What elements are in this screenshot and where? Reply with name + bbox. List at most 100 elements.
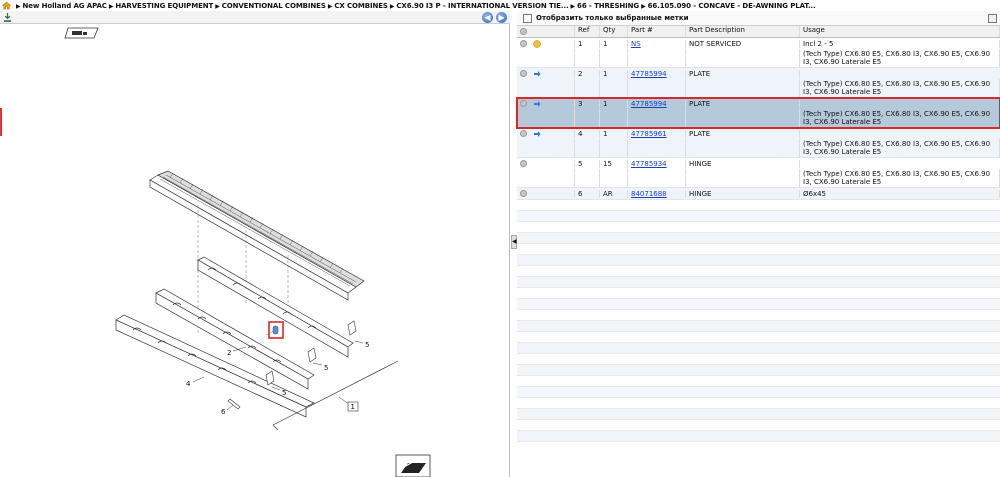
row-icons	[517, 160, 575, 167]
parts-table-body: 1 1 NS NOT SERVICED Incl 2 - 5 (Tech Type) CX…	[516, 38, 1000, 442]
breadcrumb-separator: ▶	[570, 2, 576, 10]
cell-usage: Incl 2 - 5	[800, 39, 1000, 48]
breadcrumb-separator: ▶	[327, 2, 333, 10]
callout-6[interactable]: 6	[221, 408, 226, 416]
row-icons	[517, 39, 575, 48]
cell-ref: 4	[575, 129, 600, 138]
empty-row	[517, 409, 1000, 420]
row-select-icon[interactable]	[520, 40, 527, 47]
part-number-link[interactable]: 84071688	[631, 190, 667, 198]
select-all-icon[interactable]	[520, 28, 527, 35]
breadcrumb-item[interactable]: ▶ New Holland AG APAC	[14, 2, 107, 10]
cell-description: PLATE	[686, 99, 800, 108]
table-header: Ref Qty Part # Part Description Usage	[517, 26, 1000, 38]
empty-row	[517, 398, 1000, 409]
diagram-pane: ◀ ▶ 2 4 5 5 5 6 1	[0, 11, 510, 477]
callout-5b[interactable]: 5	[324, 364, 328, 372]
part-number-link[interactable]: 47785994	[631, 100, 667, 108]
filter-bar: Отобразить только выбранные метки	[517, 11, 1000, 26]
empty-row	[517, 431, 1000, 442]
cart-arrow-icon[interactable]	[533, 70, 541, 78]
cell-usage-detail: (Tech Type) CX6.80 E5, CX6.80 I3, CX6.90…	[800, 169, 1000, 187]
empty-row	[517, 211, 1000, 222]
row-select-icon[interactable]	[520, 130, 527, 137]
cell-part-number[interactable]: 47785994	[628, 99, 686, 108]
row-select-icon[interactable]	[520, 100, 527, 107]
breadcrumb-item[interactable]: ▶ 66.105.090 - CONCAVE - DE-AWNING PLAT..…	[639, 2, 816, 10]
header-qty[interactable]: Qty	[600, 26, 628, 37]
header-usage[interactable]: Usage	[800, 26, 1000, 37]
empty-row	[517, 310, 1000, 321]
left-edge-marker	[0, 108, 2, 136]
row-icons	[517, 99, 575, 108]
table-row[interactable]: 5 15 47785934 HINGE (Tech Type) CX6.80 E5, C…	[517, 158, 1000, 188]
cell-description: HINGE	[686, 189, 800, 198]
table-row[interactable]: 2 1 47785994 PLATE (Tech Type) CX6.80 E5, CX…	[517, 68, 1000, 98]
row-select-icon[interactable]	[520, 190, 527, 197]
cart-arrow-icon[interactable]	[533, 100, 541, 108]
callout-5c[interactable]: 5	[282, 389, 286, 397]
empty-row	[517, 288, 1000, 299]
header-icons-cell	[517, 26, 575, 37]
part-number-link[interactable]: 47785934	[631, 160, 667, 168]
table-row[interactable]: 6 AR 84071688 HINGE Ø6x45	[517, 188, 1000, 200]
cell-part-number[interactable]: 47785961	[628, 129, 686, 138]
header-part[interactable]: Part #	[628, 26, 686, 37]
concave-grate	[149, 170, 365, 301]
breadcrumb-separator: ▶	[16, 2, 21, 10]
cell-ref: 2	[575, 69, 600, 78]
cell-part-number[interactable]: 84071688	[628, 189, 686, 198]
empty-row	[517, 343, 1000, 354]
cell-qty: 1	[600, 39, 628, 48]
cell-ref: 6	[575, 189, 600, 198]
breadcrumb-item[interactable]: ▶ CX COMBINES	[326, 2, 388, 10]
breadcrumb-item[interactable]: ▶ 66 - THRESHING	[569, 2, 640, 10]
assembly-view-icon[interactable]	[395, 454, 431, 477]
empty-row	[517, 277, 1000, 288]
cell-usage-detail: (Tech Type) CX6.80 E5, CX6.80 I3, CX6.90…	[800, 79, 1000, 97]
empty-row	[517, 222, 1000, 233]
cell-part-number[interactable]: 47785994	[628, 69, 686, 78]
table-row[interactable]: 4 1 47785961 PLATE (Tech Type) CX6.80 E5, CX…	[517, 128, 1000, 158]
part-number-link[interactable]: 47785994	[631, 70, 667, 78]
diagram-view-icon[interactable]	[64, 27, 99, 39]
header-desc[interactable]: Part Description	[686, 26, 800, 37]
empty-row	[517, 255, 1000, 266]
header-ref[interactable]: Ref	[575, 26, 600, 37]
cell-description: NOT SERVICED	[686, 39, 800, 48]
cell-part-number[interactable]: 47785934	[628, 159, 686, 168]
cell-description: PLATE	[686, 129, 800, 138]
cell-part-number[interactable]: NS	[628, 39, 686, 48]
part-number-link[interactable]: 47785961	[631, 130, 667, 138]
breadcrumb-item[interactable]: ▶ CONVENTIONAL COMBINES	[213, 2, 326, 10]
cart-arrow-icon[interactable]	[533, 130, 541, 138]
breadcrumb-item[interactable]: ▶ CX6.90 I3 P - INTERNATIONAL VERSION TIE…	[388, 2, 569, 10]
next-page-button[interactable]: ▶	[496, 12, 507, 23]
export-icon[interactable]	[988, 14, 997, 23]
cell-qty: 15	[600, 159, 628, 168]
row-select-icon[interactable]	[520, 160, 527, 167]
callout-5a[interactable]: 5	[365, 341, 369, 349]
not-serviced-icon	[533, 39, 541, 48]
callout-1[interactable]: 1	[351, 403, 355, 411]
row-select-icon[interactable]	[520, 70, 527, 77]
breadcrumb-item[interactable]: ▶ HARVESTING EQUIPMENT	[107, 2, 213, 10]
cell-qty: 1	[600, 129, 628, 138]
table-row[interactable]: 1 1 NS NOT SERVICED Incl 2 - 5 (Tech Type) CX…	[517, 38, 1000, 68]
cell-qty: AR	[600, 189, 628, 198]
show-selected-only-checkbox[interactable]	[523, 13, 532, 23]
selected-part-marker[interactable]	[268, 321, 284, 339]
callout-4[interactable]: 4	[186, 380, 191, 388]
empty-row	[517, 233, 1000, 244]
cell-qty: 1	[600, 69, 628, 78]
cell-usage-detail: (Tech Type) CX6.80 E5, CX6.80 I3, CX6.90…	[800, 139, 1000, 157]
download-icon[interactable]	[3, 12, 12, 23]
row-icons	[517, 69, 575, 78]
part-number-link[interactable]: NS	[631, 40, 641, 48]
filter-label: Отобразить только выбранные метки	[536, 14, 689, 22]
callout-2[interactable]: 2	[227, 349, 231, 357]
empty-row	[517, 365, 1000, 376]
table-row[interactable]: 3 1 47785994 PLATE (Tech Type) CX6.80 E5, CX…	[516, 97, 1000, 129]
home-icon[interactable]	[2, 1, 11, 10]
previous-page-button[interactable]: ◀	[482, 12, 493, 23]
